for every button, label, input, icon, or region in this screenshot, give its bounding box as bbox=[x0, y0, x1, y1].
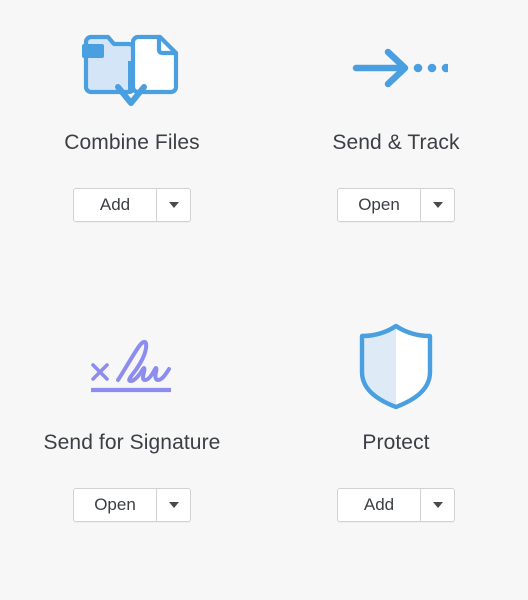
chevron-down-icon bbox=[168, 202, 179, 208]
tool-card-send-and-track[interactable]: Send & Track Open bbox=[264, 0, 528, 300]
protect-shield-icon bbox=[337, 318, 455, 414]
send-for-signature-icon bbox=[73, 318, 191, 414]
send-for-signature-dropdown-button[interactable] bbox=[157, 488, 191, 522]
tool-card-combine-files[interactable]: Combine Files Add bbox=[0, 0, 264, 300]
tool-card-protect[interactable]: Protect Add bbox=[264, 300, 528, 600]
add-button[interactable]: Add bbox=[337, 488, 421, 522]
open-button[interactable]: Open bbox=[73, 488, 157, 522]
send-for-signature-split-button: Open bbox=[73, 488, 191, 522]
add-button[interactable]: Add bbox=[73, 188, 157, 222]
combine-files-dropdown-button[interactable] bbox=[157, 188, 191, 222]
protect-split-button: Add bbox=[337, 488, 455, 522]
chevron-down-icon bbox=[432, 202, 443, 208]
combine-files-split-button: Add bbox=[73, 188, 191, 222]
tool-label: Combine Files bbox=[64, 131, 200, 154]
send-and-track-icon bbox=[337, 22, 455, 114]
tool-label: Protect bbox=[362, 431, 430, 454]
chevron-down-icon bbox=[168, 502, 179, 508]
protect-dropdown-button[interactable] bbox=[421, 488, 455, 522]
send-and-track-dropdown-button[interactable] bbox=[421, 188, 455, 222]
tool-label: Send & Track bbox=[332, 131, 460, 154]
tool-card-send-for-signature[interactable]: Send for Signature Open bbox=[0, 300, 264, 600]
combine-files-icon bbox=[73, 22, 191, 114]
send-and-track-split-button: Open bbox=[337, 188, 455, 222]
chevron-down-icon bbox=[432, 502, 443, 508]
open-button[interactable]: Open bbox=[337, 188, 421, 222]
tool-grid: Combine Files Add Send & Track Open Send… bbox=[0, 0, 528, 600]
tool-label: Send for Signature bbox=[43, 431, 221, 454]
